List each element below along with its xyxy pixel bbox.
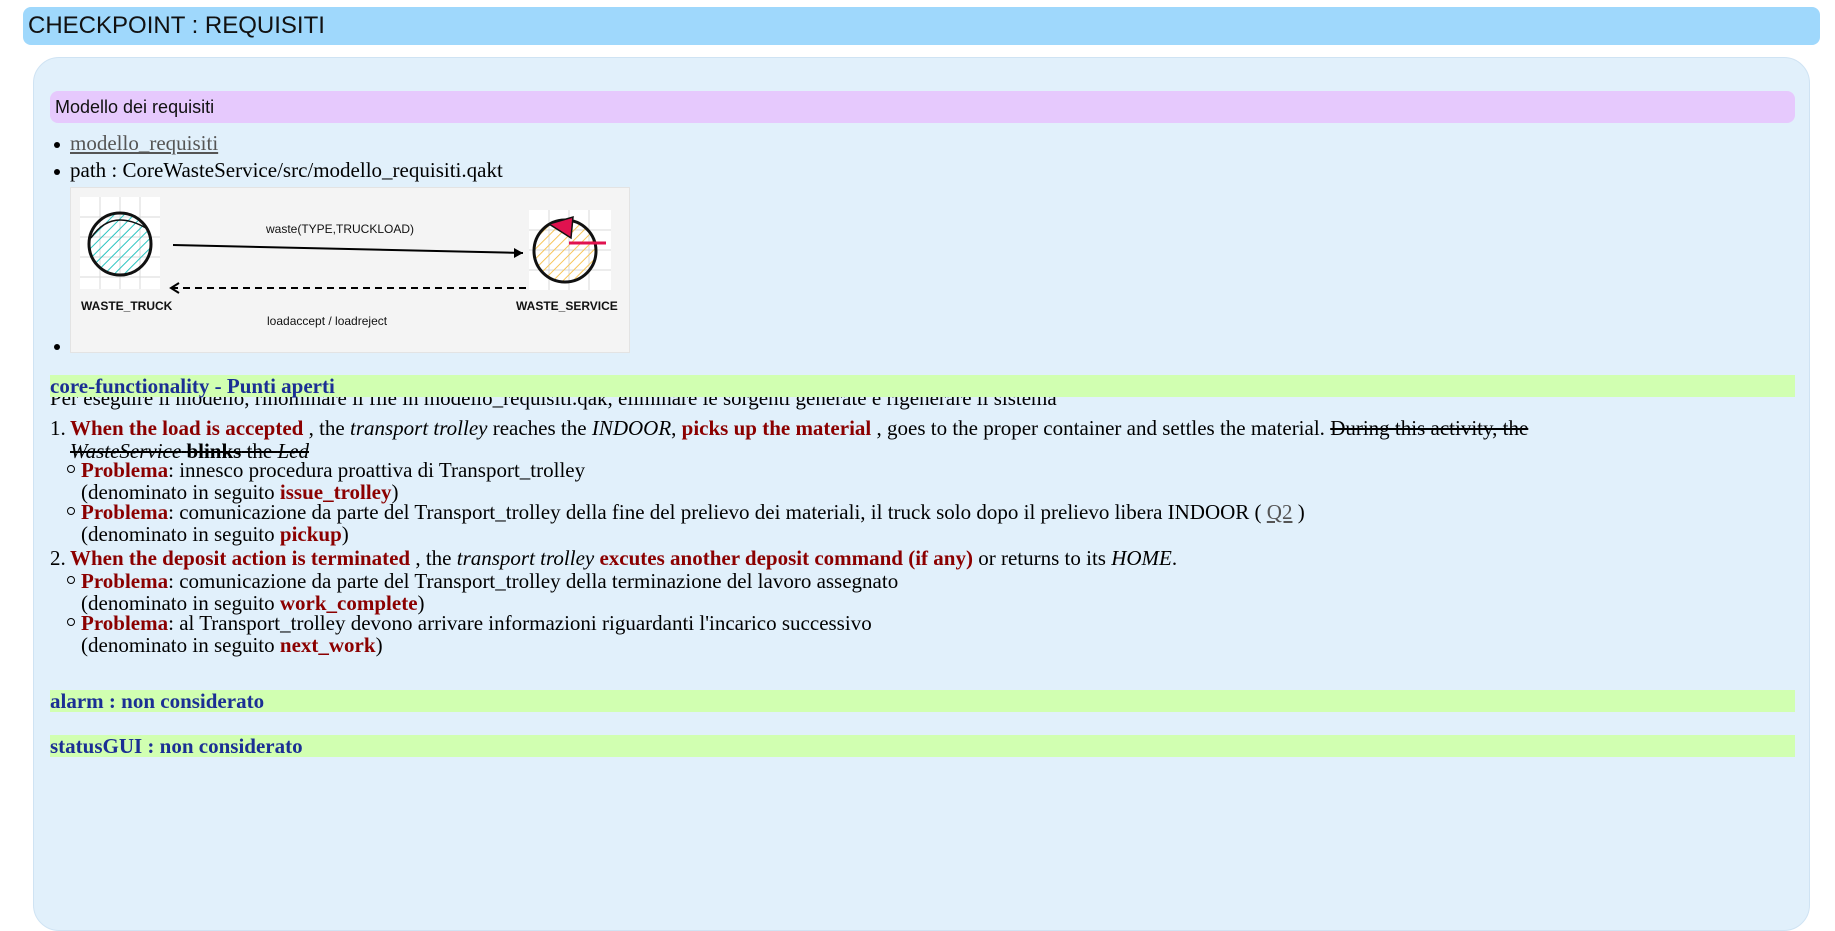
problem-term: next_work [279, 633, 376, 657]
item-text: , [671, 416, 682, 440]
q2-link[interactable]: Q2 [1267, 500, 1293, 524]
content-panel: Modello dei requisiti modello_requisiti … [33, 57, 1810, 931]
problem-alias: ) [341, 522, 349, 546]
model-link[interactable]: modello_requisiti [70, 131, 218, 155]
problem-alias: (denominato in seguito [81, 633, 280, 657]
item-text: , the [303, 416, 350, 440]
model-path: path : CoreWasteService/src/modello_requ… [70, 158, 503, 182]
problem-text: : innesco procedura proattiva di Transpo… [168, 458, 586, 482]
item-number: 2. [50, 546, 66, 570]
problem-alias: ) [375, 633, 383, 657]
waste-truck-node [80, 197, 160, 289]
item-number: 1. [50, 416, 66, 440]
problem-item: Problema: comunicazione da parte del Tra… [66, 569, 899, 614]
problem-label: Problema [81, 611, 169, 635]
item-highlight: picks up the material [681, 416, 872, 440]
item-lead: When the deposit action is terminated [70, 546, 411, 570]
problem-alias: (denominato in seguito [81, 522, 280, 546]
item-highlight: excutes another deposit command (if any) [599, 546, 973, 570]
diagram-label-right: WASTE_SERVICE [516, 299, 618, 313]
item-text: reaches the [487, 416, 592, 440]
problem-label: Problema [81, 458, 169, 482]
diagram-message-top: waste(TYPE,TRUCKLOAD) [265, 222, 414, 236]
list-item: path : CoreWasteService/src/modello_requ… [54, 157, 503, 184]
requirements-diagram: waste(TYPE,TRUCKLOAD) loadaccept / loadr… [70, 187, 630, 353]
problem-item: Problema: innesco procedura proattiva di… [66, 458, 586, 503]
diagram-message-bottom: loadaccept / loadreject [267, 314, 388, 328]
item-text: , the [410, 546, 457, 570]
list-item: modello_requisiti [54, 130, 503, 157]
section-heading-status-gui: statusGUI : non considerato [50, 735, 1795, 757]
item-lead: When the load is accepted [70, 416, 304, 440]
page-title: CHECKPOINT : REQUISITI [23, 7, 1820, 45]
problem-text: : comunicazione da parte del Transport_t… [168, 500, 1267, 524]
item-italic: HOME [1111, 546, 1172, 570]
item-text: . [1171, 546, 1178, 570]
bullet-icon [54, 344, 60, 350]
waste-service-node [529, 210, 611, 290]
item-italic: transport trolley [456, 546, 595, 570]
item-text: or returns to its [972, 546, 1112, 570]
problem-label: Problema [81, 500, 169, 524]
item-italic: transport trolley [349, 416, 488, 440]
item-italic: INDOOR [591, 416, 672, 440]
problem-item: Problema: al Transport_trolley devono ar… [67, 611, 872, 657]
problem-term: pickup [279, 522, 342, 546]
item-text: , goes to the proper container and settl… [871, 416, 1331, 440]
problem-label: Problema [81, 569, 169, 593]
resource-list: modello_requisiti path : CoreWasteServic… [54, 130, 503, 184]
problem-text: ) [1292, 500, 1305, 524]
diagram-label-left: WASTE_TRUCK [81, 299, 173, 313]
problem-text: : al Transport_trolley devono arrivare i… [168, 611, 872, 635]
problem-item: Problema: comunicazione da parte del Tra… [67, 500, 1305, 546]
problem-text: : comunicazione da parte del Transport_t… [168, 569, 899, 593]
section-heading-core: core-functionality - Punti aperti [50, 375, 1795, 397]
struck-text: During this activity, the [1330, 416, 1529, 440]
section-heading-requirements-model: Modello dei requisiti [50, 91, 1795, 123]
section-heading-alarm: alarm : non considerato [50, 690, 1795, 712]
